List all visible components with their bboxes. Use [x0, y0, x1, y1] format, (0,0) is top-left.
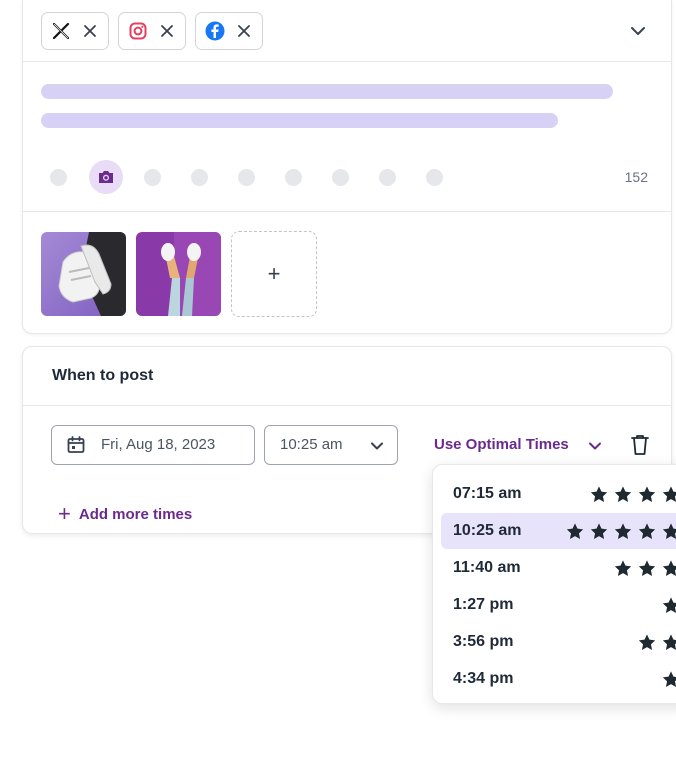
instagram-logo-icon — [129, 22, 147, 40]
plus-icon: + — [58, 501, 71, 526]
option-time: 07:15 am — [453, 485, 522, 502]
star-icon — [638, 486, 656, 503]
trash-icon[interactable] — [629, 433, 651, 457]
chevron-down-icon[interactable] — [629, 22, 647, 40]
time-value: 10:25 am — [280, 436, 343, 453]
star-icon — [590, 523, 608, 540]
option-time: 10:25 am — [453, 522, 522, 539]
camera-icon — [99, 171, 113, 183]
media-thumbnail-legs[interactable] — [136, 232, 221, 316]
star-icon — [566, 523, 584, 540]
text-placeholder-line — [41, 84, 613, 99]
rating-stars — [565, 522, 676, 541]
star-icon — [638, 560, 656, 577]
optimal-time-option[interactable]: 07:15 am — [441, 476, 676, 512]
divider — [23, 211, 671, 212]
toolbar-tool[interactable] — [379, 169, 396, 186]
toolbar-tool[interactable] — [238, 169, 255, 186]
rating-stars — [589, 485, 676, 504]
legs-photo — [136, 232, 221, 316]
toolbar-tool[interactable] — [426, 169, 443, 186]
camera-tool[interactable] — [89, 160, 123, 194]
x-logo-icon — [52, 22, 70, 40]
star-icon — [662, 486, 676, 503]
option-time: 4:34 pm — [453, 670, 514, 687]
chevron-down-icon[interactable] — [587, 438, 603, 454]
star-icon — [638, 523, 656, 540]
sneakers-photo — [41, 232, 126, 316]
optimal-time-option[interactable]: 4:34 pm — [441, 661, 676, 697]
star-icon — [662, 597, 676, 614]
star-icon — [614, 486, 632, 503]
option-time: 3:56 pm — [453, 633, 514, 650]
rating-stars — [661, 596, 676, 615]
facebook-logo-icon — [205, 21, 225, 41]
star-icon — [614, 560, 632, 577]
network-chip-x[interactable] — [41, 12, 109, 50]
star-icon — [662, 671, 676, 688]
star-icon — [638, 634, 656, 651]
star-icon — [662, 634, 676, 651]
add-more-times-button[interactable]: + Add more times — [58, 499, 193, 526]
time-select[interactable]: 10:25 am — [264, 425, 398, 465]
optimal-times-dropdown: 07:15 am 10:25 am 11:40 am 1:27 pm 3:56 … — [432, 464, 676, 704]
use-optimal-times-button[interactable]: Use Optimal Times — [434, 436, 569, 453]
optimal-time-option[interactable]: 3:56 pm — [441, 624, 676, 660]
text-placeholder-line — [41, 113, 558, 128]
schedule-title: When to post — [52, 367, 154, 384]
date-value: Fri, Aug 18, 2023 — [101, 436, 216, 453]
toolbar-tool[interactable] — [50, 169, 67, 186]
selected-networks-bar — [23, 0, 671, 62]
add-more-times-label: Add more times — [78, 506, 193, 523]
star-icon — [590, 486, 608, 503]
optimal-time-option[interactable]: 1:27 pm — [441, 587, 676, 623]
star-icon — [614, 523, 632, 540]
option-time: 1:27 pm — [453, 596, 514, 613]
rating-stars — [637, 633, 676, 652]
star-icon — [662, 523, 676, 540]
post-composer: 152 + — [22, 0, 672, 334]
close-icon[interactable] — [81, 22, 99, 40]
network-chip-instagram[interactable] — [118, 12, 186, 50]
rating-stars — [613, 559, 676, 578]
toolbar-tool[interactable] — [191, 169, 208, 186]
character-count: 152 — [624, 169, 648, 185]
date-picker[interactable]: Fri, Aug 18, 2023 — [51, 425, 255, 465]
rating-stars — [661, 670, 676, 689]
toolbar-tool[interactable] — [144, 169, 161, 186]
close-icon[interactable] — [158, 22, 176, 40]
optimal-time-option[interactable]: 11:40 am — [441, 550, 676, 586]
network-chip-facebook[interactable] — [195, 12, 263, 50]
optimal-time-option[interactable]: 10:25 am — [441, 513, 676, 549]
media-thumbnail-sneakers[interactable] — [41, 232, 126, 316]
chevron-down-icon — [371, 442, 383, 450]
add-media-button[interactable]: + — [231, 231, 317, 317]
toolbar-tool[interactable] — [285, 169, 302, 186]
calendar-icon — [67, 436, 85, 453]
star-icon — [662, 560, 676, 577]
divider — [23, 405, 671, 406]
option-time: 11:40 am — [453, 559, 521, 576]
close-icon[interactable] — [235, 22, 253, 40]
toolbar-tool[interactable] — [332, 169, 349, 186]
